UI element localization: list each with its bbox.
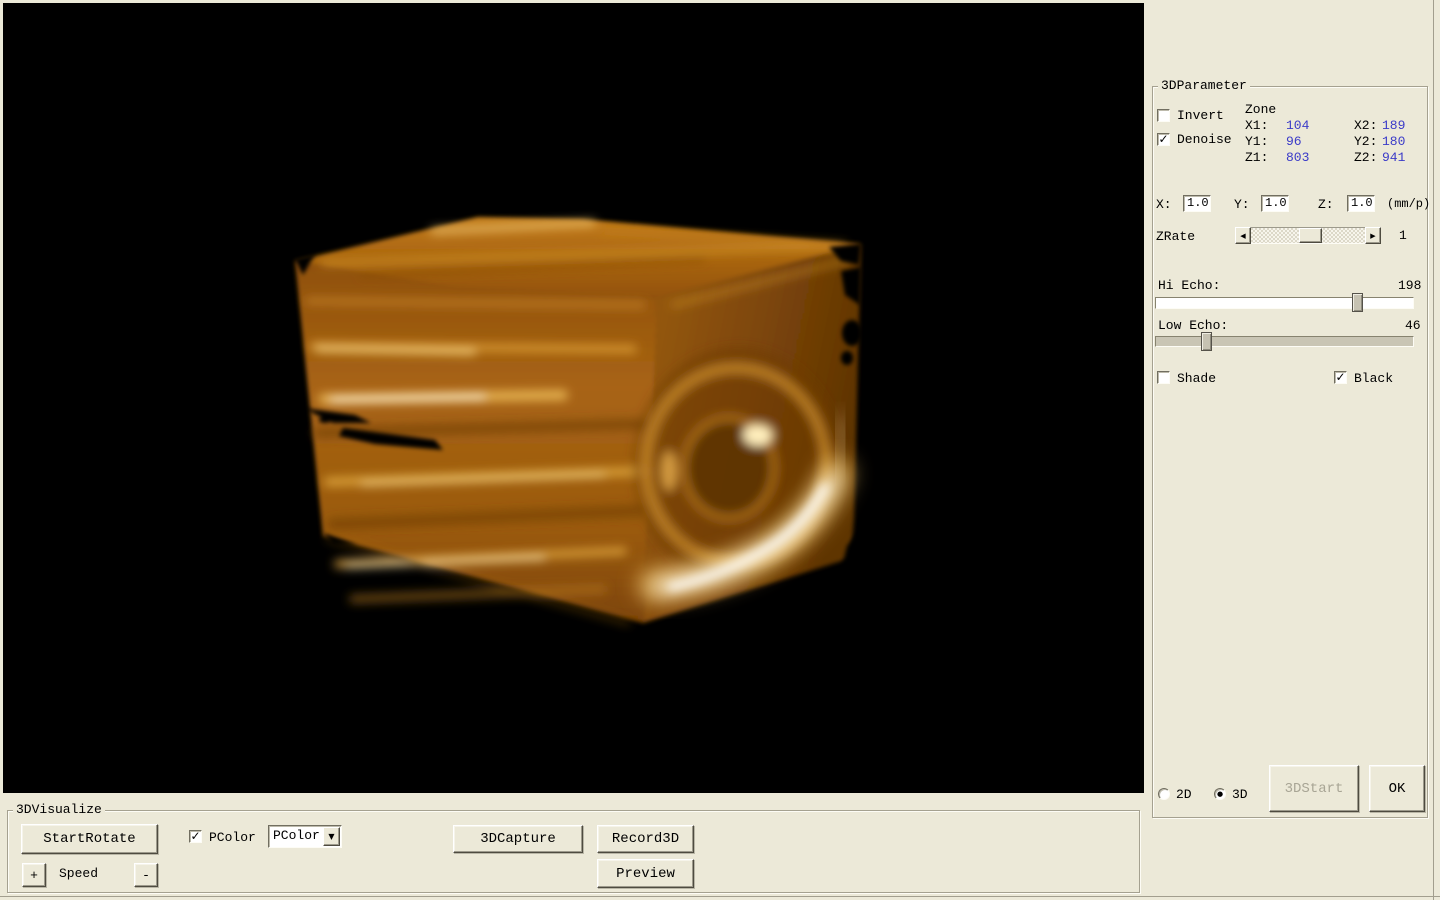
black-label: Black — [1354, 372, 1393, 386]
denoise-checkbox[interactable]: ✓ — [1157, 133, 1170, 146]
ultrasound-volume-svg — [3, 3, 1144, 793]
zrate-value: 1 — [1399, 229, 1407, 243]
mode-3d-radio[interactable]: ● — [1214, 788, 1226, 800]
zone-z1-label: Z1: — [1245, 151, 1268, 165]
zone-x1-value: 104 — [1286, 119, 1309, 133]
scale-unit-label: (mm/p) — [1387, 197, 1430, 211]
low-echo-thumb[interactable] — [1201, 332, 1212, 351]
preview-button[interactable]: Preview — [597, 859, 694, 888]
zone-x1-label: X1: — [1245, 119, 1268, 133]
zone-x2-value: 189 — [1382, 119, 1405, 133]
zone-z1-value: 803 — [1286, 151, 1309, 165]
start-rotate-button[interactable]: StartRotate — [21, 824, 158, 854]
window-bottom-edge — [0, 896, 1440, 897]
z-scale-input[interactable]: 1.0 — [1347, 195, 1375, 212]
z-scale-label: Z: — [1318, 198, 1334, 212]
left-arrow-icon: ◀ — [1240, 232, 1245, 240]
zone-y2-label: Y2: — [1354, 135, 1377, 149]
low-echo-label: Low Echo: — [1158, 319, 1228, 333]
application-window: { "colors": { "panel_bg": "#ECE9D8", "vi… — [0, 0, 1440, 900]
hi-echo-thumb[interactable] — [1352, 293, 1363, 312]
speed-label: Speed — [59, 867, 98, 881]
chevron-down-icon: ▼ — [328, 832, 334, 841]
mode-3d-dot: ● — [1217, 791, 1223, 798]
pcolor-dropdown[interactable]: PColor ▼ — [268, 825, 342, 848]
pcolor-checkmark: ✓ — [190, 831, 200, 842]
pcolor-checkbox-label: PColor — [209, 831, 256, 845]
zone-z2-value: 941 — [1382, 151, 1405, 165]
pcolor-checkbox[interactable]: ✓ — [189, 830, 202, 843]
black-checkmark: ✓ — [1335, 372, 1345, 383]
low-echo-track[interactable] — [1155, 336, 1414, 347]
black-checkbox[interactable]: ✓ — [1334, 371, 1347, 384]
parameter-groupbox: 3DParameter Invert ✓ Denoise Zone X1: 10… — [1152, 86, 1428, 818]
start-3d-button[interactable]: 3DStart — [1269, 765, 1359, 812]
zone-label: Zone — [1245, 103, 1276, 117]
speed-plus-button[interactable]: + — [22, 863, 46, 887]
shade-label: Shade — [1177, 372, 1216, 386]
zrate-label: ZRate — [1156, 230, 1195, 244]
visualize-groupbox: 3DVisualize StartRotate ✓ PColor PColor … — [7, 810, 1140, 893]
hi-echo-track[interactable] — [1155, 297, 1414, 309]
hi-echo-label: Hi Echo: — [1158, 279, 1220, 293]
zrate-scrollbar[interactable]: ◀ ▶ — [1235, 227, 1381, 244]
low-echo-value: 46 — [1405, 319, 1421, 333]
pcolor-dropdown-button[interactable]: ▼ — [323, 827, 340, 846]
zone-y1-value: 96 — [1286, 135, 1302, 149]
window-right-edge — [1433, 0, 1434, 900]
zone-x2-label: X2: — [1354, 119, 1377, 133]
mode-3d-label: 3D — [1232, 788, 1248, 802]
zrate-left-arrow-button[interactable]: ◀ — [1235, 227, 1251, 244]
zone-z2-label: Z2: — [1354, 151, 1377, 165]
x-scale-label: X: — [1156, 198, 1172, 212]
right-arrow-icon: ▶ — [1370, 232, 1375, 240]
visualize-groupbox-title: 3DVisualize — [13, 803, 105, 817]
invert-checkbox[interactable] — [1157, 109, 1170, 122]
zrate-thumb[interactable] — [1299, 228, 1322, 243]
zone-y2-value: 180 — [1382, 135, 1405, 149]
capture-3d-button[interactable]: 3DCapture — [453, 825, 583, 853]
x-scale-input[interactable]: 1.0 — [1183, 195, 1211, 212]
denoise-label: Denoise — [1177, 133, 1232, 147]
record-3d-button[interactable]: Record3D — [597, 825, 694, 853]
shade-checkbox[interactable] — [1157, 371, 1170, 384]
ok-button[interactable]: OK — [1369, 765, 1425, 812]
mode-2d-radio[interactable] — [1158, 788, 1170, 800]
parameter-groupbox-title: 3DParameter — [1158, 79, 1250, 93]
denoise-checkmark: ✓ — [1158, 134, 1168, 145]
pcolor-dropdown-value: PColor — [273, 829, 320, 843]
zrate-right-arrow-button[interactable]: ▶ — [1365, 227, 1381, 244]
hi-echo-value: 198 — [1398, 279, 1421, 293]
render-viewport[interactable] — [3, 3, 1144, 793]
y-scale-input[interactable]: 1.0 — [1261, 195, 1289, 212]
y-scale-label: Y: — [1234, 198, 1250, 212]
invert-label: Invert — [1177, 109, 1224, 123]
mode-2d-label: 2D — [1176, 788, 1192, 802]
zone-y1-label: Y1: — [1245, 135, 1268, 149]
speed-minus-button[interactable]: - — [134, 863, 158, 887]
